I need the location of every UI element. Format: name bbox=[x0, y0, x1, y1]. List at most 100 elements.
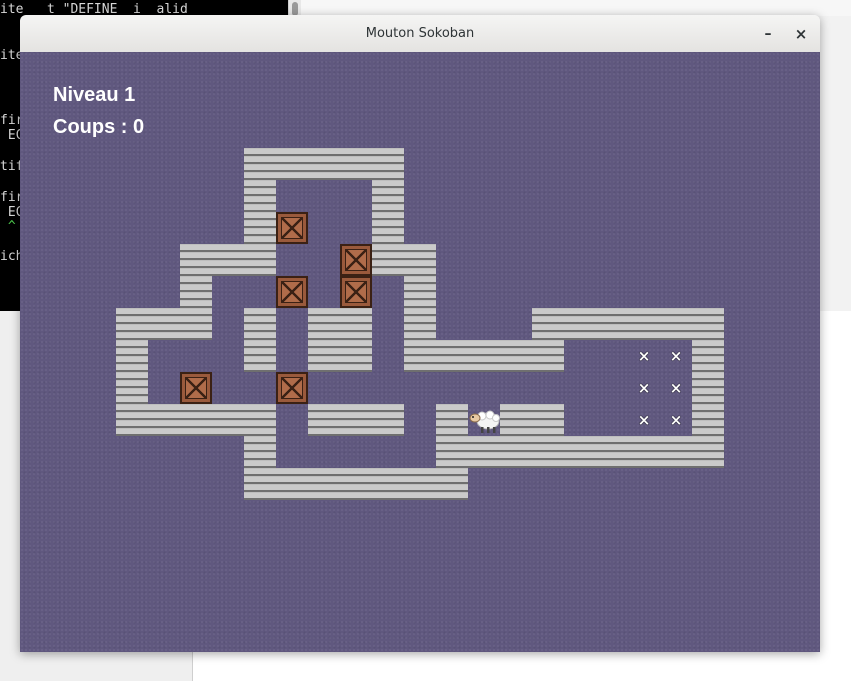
wall-tile bbox=[692, 340, 724, 372]
brick-texture bbox=[692, 436, 724, 468]
wall-tile bbox=[532, 436, 564, 468]
wall-tile bbox=[564, 308, 596, 340]
brick-texture bbox=[564, 308, 596, 340]
brick-texture bbox=[212, 244, 244, 276]
wall-tile bbox=[372, 180, 404, 212]
brick-texture bbox=[308, 340, 340, 372]
brick-texture bbox=[180, 244, 212, 276]
brick-texture bbox=[532, 340, 564, 372]
wall-tile bbox=[500, 404, 532, 436]
window-titlebar[interactable]: Mouton Sokoban – × bbox=[20, 15, 820, 53]
brick-texture bbox=[500, 340, 532, 372]
window-title: Mouton Sokoban bbox=[365, 26, 475, 41]
brick-texture bbox=[404, 340, 436, 372]
game-canvas[interactable]: Niveau 1 Coups : 0 × × × × × × bbox=[20, 52, 820, 652]
crate bbox=[180, 372, 212, 404]
brick-texture bbox=[212, 404, 244, 436]
brick-texture bbox=[692, 308, 724, 340]
brick-texture bbox=[660, 308, 692, 340]
wall-tile bbox=[148, 308, 180, 340]
brick-texture bbox=[116, 404, 148, 436]
sheep-player-icon bbox=[468, 404, 500, 436]
wall-tile bbox=[180, 244, 212, 276]
brick-texture bbox=[244, 436, 276, 468]
wall-tile bbox=[116, 372, 148, 404]
crate-cross-icon bbox=[345, 281, 367, 303]
wall-tile bbox=[308, 404, 340, 436]
wall-tile bbox=[308, 148, 340, 180]
close-button[interactable]: × bbox=[791, 24, 811, 44]
wall-tile bbox=[404, 340, 436, 372]
wall-tile bbox=[660, 436, 692, 468]
goal-marker-icon: × bbox=[669, 379, 683, 397]
brick-texture bbox=[500, 404, 532, 436]
crate-cross-icon bbox=[281, 377, 303, 399]
wall-tile bbox=[180, 308, 212, 340]
wall-tile bbox=[340, 308, 372, 340]
brick-texture bbox=[244, 468, 276, 500]
background-window-edge bbox=[301, 0, 851, 16]
wall-tile bbox=[244, 244, 276, 276]
brick-texture bbox=[180, 308, 212, 340]
brick-texture bbox=[244, 404, 276, 436]
wall-tile bbox=[436, 468, 468, 500]
brick-texture bbox=[308, 308, 340, 340]
wall-tile bbox=[148, 404, 180, 436]
brick-texture bbox=[660, 436, 692, 468]
wall-tile bbox=[532, 340, 564, 372]
brick-texture bbox=[436, 340, 468, 372]
game-window: Mouton Sokoban – × Niveau 1 Coups : 0 × ×… bbox=[20, 15, 820, 652]
brick-texture bbox=[436, 468, 468, 500]
wall-tile bbox=[180, 404, 212, 436]
brick-texture bbox=[340, 308, 372, 340]
brick-texture bbox=[564, 436, 596, 468]
brick-texture bbox=[596, 436, 628, 468]
brick-texture bbox=[404, 244, 436, 276]
wall-tile bbox=[404, 308, 436, 340]
brick-texture bbox=[340, 468, 372, 500]
wall-tile bbox=[340, 148, 372, 180]
brick-texture bbox=[116, 372, 148, 404]
sokoban-board: × × × × × × bbox=[20, 52, 820, 652]
brick-texture bbox=[596, 308, 628, 340]
brick-texture bbox=[244, 148, 276, 180]
wall-tile bbox=[212, 404, 244, 436]
wall-tile bbox=[212, 244, 244, 276]
brick-texture bbox=[244, 340, 276, 372]
wall-tile bbox=[436, 436, 468, 468]
crate bbox=[276, 372, 308, 404]
wall-tile bbox=[468, 436, 500, 468]
goal-marker-icon: × bbox=[637, 379, 651, 397]
wall-tile bbox=[436, 404, 468, 436]
wall-tile bbox=[308, 340, 340, 372]
brick-texture bbox=[340, 340, 372, 372]
brick-texture bbox=[404, 276, 436, 308]
brick-texture bbox=[532, 308, 564, 340]
wall-tile bbox=[116, 404, 148, 436]
wall-tile bbox=[596, 308, 628, 340]
brick-texture bbox=[372, 212, 404, 244]
brick-texture bbox=[468, 436, 500, 468]
terminal-scrollbar-thumb[interactable] bbox=[292, 2, 298, 16]
brick-texture bbox=[436, 436, 468, 468]
brick-texture bbox=[404, 468, 436, 500]
wall-tile bbox=[404, 468, 436, 500]
brick-texture bbox=[468, 340, 500, 372]
wall-tile bbox=[500, 436, 532, 468]
brick-texture bbox=[340, 404, 372, 436]
terminal-line: ^ bbox=[0, 219, 16, 234]
wall-tile bbox=[372, 148, 404, 180]
wall-tile bbox=[404, 276, 436, 308]
goal-marker-icon: × bbox=[637, 347, 651, 365]
wall-tile bbox=[244, 468, 276, 500]
wall-tile bbox=[628, 436, 660, 468]
brick-texture bbox=[308, 404, 340, 436]
minimize-button[interactable]: – bbox=[758, 24, 778, 44]
wall-tile bbox=[564, 436, 596, 468]
wall-tile bbox=[628, 308, 660, 340]
brick-texture bbox=[180, 404, 212, 436]
brick-texture bbox=[692, 372, 724, 404]
wall-tile bbox=[244, 148, 276, 180]
wall-tile bbox=[404, 244, 436, 276]
brick-texture bbox=[308, 148, 340, 180]
